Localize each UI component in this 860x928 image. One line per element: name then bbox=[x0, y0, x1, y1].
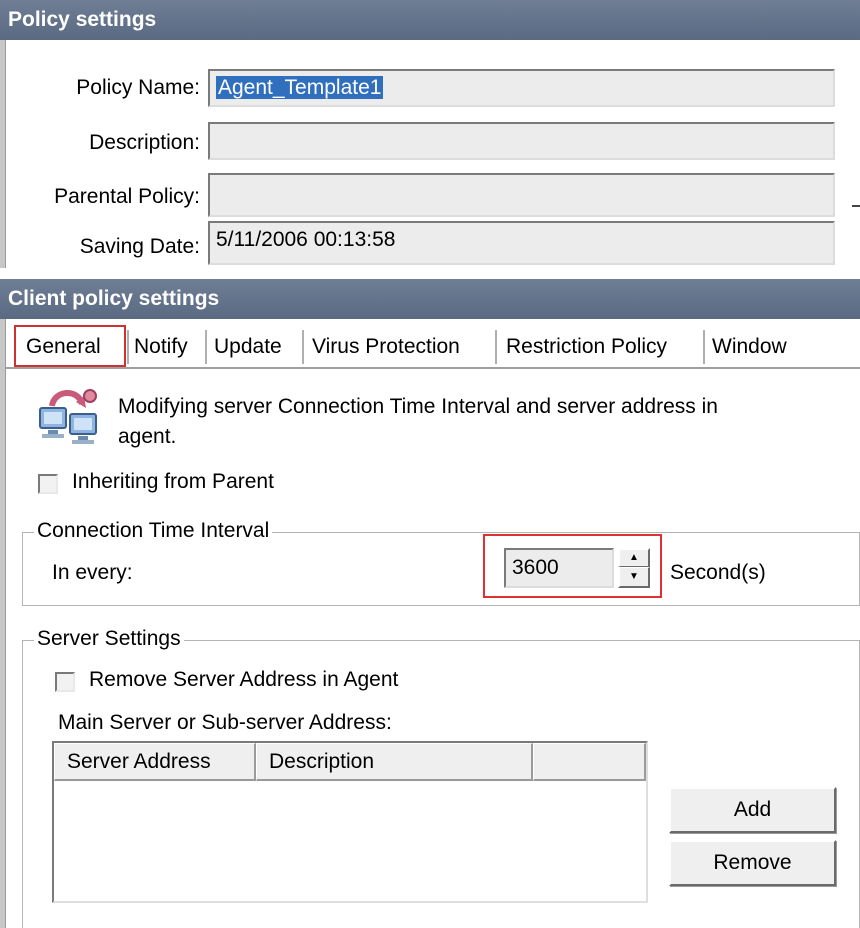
policy-name-value: Agent_Template1 bbox=[216, 76, 384, 99]
tab-separator bbox=[703, 330, 705, 364]
tab-notify[interactable]: Notify bbox=[130, 328, 192, 366]
remove-server-address-checkbox[interactable] bbox=[55, 672, 75, 692]
tab-update[interactable]: Update bbox=[210, 328, 286, 366]
network-computers-icon bbox=[34, 384, 102, 446]
tab-window[interactable]: Window bbox=[708, 328, 791, 366]
left-edge-lower bbox=[0, 319, 6, 928]
parental-policy-field[interactable] bbox=[208, 173, 835, 217]
interval-spinner-input[interactable]: 3600 bbox=[504, 548, 614, 588]
inherit-checkbox[interactable] bbox=[38, 474, 58, 494]
parental-policy-label: Parental Policy: bbox=[54, 185, 200, 208]
info-text: Modifying server Connection Time Interva… bbox=[118, 392, 838, 452]
remove-server-address-label: Remove Server Address in Agent bbox=[89, 668, 399, 691]
info-text-line1: Modifying server Connection Time Interva… bbox=[118, 395, 718, 418]
client-policy-header: Client policy settings bbox=[0, 279, 860, 319]
info-text-line2: agent. bbox=[118, 425, 177, 448]
connection-time-interval-title: Connection Time Interval bbox=[34, 519, 273, 543]
server-settings-title: Server Settings bbox=[34, 627, 184, 651]
tab-separator bbox=[205, 330, 207, 364]
policy-settings-header: Policy settings bbox=[0, 0, 860, 40]
tab-separator bbox=[495, 330, 497, 364]
description-label: Description: bbox=[89, 131, 200, 154]
server-address-list[interactable]: Server Address Description bbox=[52, 741, 648, 903]
saving-date-field: 5/11/2006 00:13:58 bbox=[208, 221, 835, 265]
column-header-description[interactable]: Description bbox=[256, 743, 533, 781]
spin-down-icon[interactable]: ▼ bbox=[618, 567, 650, 588]
in-every-label: In every: bbox=[52, 561, 133, 584]
interval-spinner-buttons[interactable]: ▲ ▼ bbox=[618, 548, 650, 588]
description-field[interactable] bbox=[208, 122, 835, 160]
tab-restriction-policy[interactable]: Restriction Policy bbox=[502, 328, 671, 366]
server-address-label: Main Server or Sub-server Address: bbox=[58, 711, 392, 734]
column-header-server-address[interactable]: Server Address bbox=[54, 743, 256, 781]
saving-date-label: Saving Date: bbox=[79, 235, 200, 258]
add-button[interactable]: Add bbox=[669, 787, 836, 833]
tab-baseline bbox=[6, 367, 860, 369]
remove-button[interactable]: Remove bbox=[669, 840, 836, 886]
policy-name-label: Policy Name: bbox=[76, 76, 200, 99]
seconds-unit-label: Second(s) bbox=[670, 561, 766, 584]
tab-general[interactable]: General bbox=[22, 328, 105, 366]
tab-separator bbox=[302, 330, 304, 364]
spin-up-icon[interactable]: ▲ bbox=[618, 548, 650, 567]
browse-button-edge[interactable] bbox=[852, 205, 860, 207]
policy-name-field[interactable]: Agent_Template1 bbox=[208, 69, 835, 107]
inherit-label: Inheriting from Parent bbox=[72, 470, 274, 493]
column-header-empty[interactable] bbox=[533, 743, 646, 781]
tab-separator bbox=[127, 330, 129, 364]
tab-virus-protection[interactable]: Virus Protection bbox=[308, 328, 464, 366]
